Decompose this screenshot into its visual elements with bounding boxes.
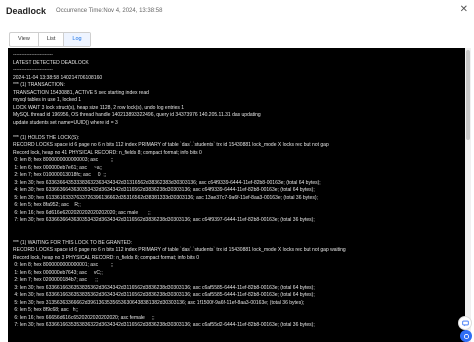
view-tabs: View List Log bbox=[9, 32, 91, 47]
log-scrollbar-thumb[interactable] bbox=[466, 50, 470, 140]
comment-icon[interactable] bbox=[458, 316, 472, 330]
dialog-title: Deadlock bbox=[6, 6, 47, 16]
log-line: 4: len 30; hex 6336616636353835362d36343… bbox=[13, 292, 315, 298]
log-line: MySQL thread id 196956, OS thread handle… bbox=[13, 112, 261, 118]
log-line: 7: len 30; hex 6336636643630353432d36343… bbox=[13, 217, 315, 223]
log-line: RECORD LOCKS space id 6 page no 6 n bits… bbox=[13, 247, 346, 253]
log-line: LOCK WAIT 3 lock struct(s), heap size 11… bbox=[13, 104, 185, 111]
log-line: ------------------------ bbox=[13, 52, 53, 58]
log-line: 5: len 30; hex 6133616333763372639613666… bbox=[13, 194, 318, 201]
log-line: 7: len 30; hex 6336616635353836322d36343… bbox=[13, 322, 315, 328]
log-line: LATEST DETECTED DEADLOCK bbox=[13, 59, 89, 66]
log-line: *** (1) WAITING FOR THIS LOCK TO BE GRAN… bbox=[13, 239, 132, 246]
log-line: 0: len 8; hex 8000000000000003; asc ;; bbox=[13, 157, 114, 163]
dialog-header: Deadlock Occurrence Time:Nov 4, 2024, 13… bbox=[0, 0, 474, 22]
occurrence-time: Occurrence Time:Nov 4, 2024, 13:38:58 bbox=[56, 8, 163, 14]
log-scrollbar[interactable] bbox=[465, 48, 471, 342]
log-line: Record lock, heap no 3 PHYSICAL RECORD: … bbox=[13, 254, 200, 261]
log-line: 4: len 30; hex 6336636643630353432d36343… bbox=[13, 187, 315, 193]
log-line: 2: len 7; hex 0200000184b7; asc ;; bbox=[13, 277, 99, 283]
log-line: 1: len 6; hex 000000eb7643; asc vC;; bbox=[13, 269, 103, 276]
log-line: 6: len 16; hex 6d616e6202020202020202020… bbox=[13, 209, 151, 216]
log-line: 2024-11-04 13:38:58 140214706108160 bbox=[13, 74, 103, 81]
log-line: 5: len 30; hex 31356363366662d3961363535… bbox=[13, 299, 305, 306]
log-line: *** (1) TRANSACTION: bbox=[13, 82, 65, 88]
log-line: 6: len 5; hex 8f9c68; asc h;; bbox=[13, 307, 79, 313]
close-icon[interactable]: ✕ bbox=[460, 4, 468, 15]
chat-assistant-icon[interactable] bbox=[460, 330, 472, 342]
log-line: ------------------------ bbox=[13, 67, 53, 73]
log-line: 1: len 6; hex 000000eb7e61; asc ~a;; bbox=[13, 164, 103, 171]
deadlock-log-panel[interactable]: ------------------------ LATEST DETECTED … bbox=[8, 48, 465, 342]
log-line: mysql tables in use 1, locked 1 bbox=[13, 97, 82, 103]
tab-view[interactable]: View bbox=[10, 33, 39, 46]
tab-log[interactable]: Log bbox=[64, 33, 90, 46]
log-line: update students set name=UUID() where id… bbox=[13, 119, 118, 126]
log-line: 6: len 16; hex 66656d616c652020202020202… bbox=[13, 314, 155, 321]
log-line: 3: len 30; hex 6336616636353835362d36343… bbox=[13, 284, 315, 291]
log-line: 3: len 30; hex 6336366435333836323634343… bbox=[13, 179, 321, 186]
log-line: RECORD LOCKS space id 6 page no 6 n bits… bbox=[13, 142, 329, 148]
log-line: 2: len 7; hex 010000013018fc; asc 0 ;; bbox=[13, 172, 107, 178]
log-line: TRANSACTION 15430881, ACTIVE 5 sec start… bbox=[13, 89, 149, 96]
log-line: 0: len 8; hex 8000000000000001; asc ;; bbox=[13, 262, 114, 268]
log-line: Record lock, heap no 41 PHYSICAL RECORD:… bbox=[13, 149, 202, 156]
log-line: *** (1) HOLDS THE LOCK(S): bbox=[13, 134, 80, 141]
tab-list[interactable]: List bbox=[39, 33, 65, 46]
log-line: 6: len 5; hex 8fa952; asc R;; bbox=[13, 202, 81, 208]
